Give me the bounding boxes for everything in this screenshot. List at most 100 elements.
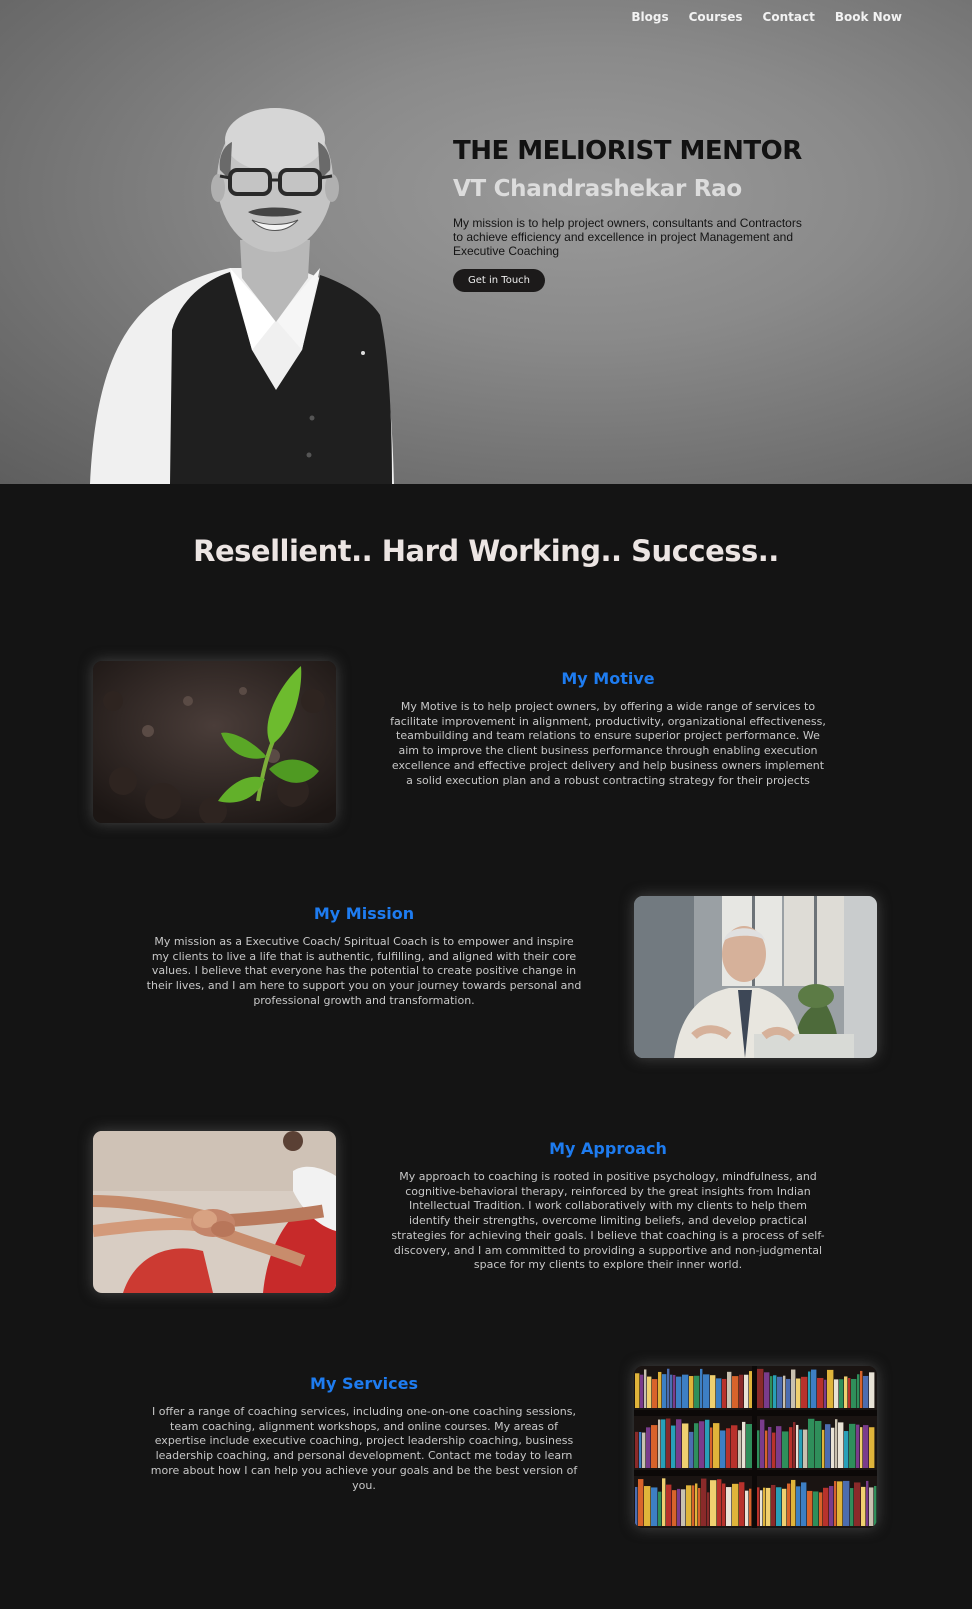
book-spine xyxy=(860,1370,863,1408)
book-spine xyxy=(848,1378,851,1408)
book-spine xyxy=(635,1486,638,1526)
book-spine xyxy=(746,1424,753,1468)
book-spine xyxy=(863,1425,869,1468)
book-spine xyxy=(662,1478,666,1526)
book-spine xyxy=(744,1374,749,1408)
book-spine xyxy=(765,1430,768,1468)
section-body: My mission as a Executive Coach/ Spiritu… xyxy=(146,935,582,1007)
book-spine xyxy=(732,1376,739,1408)
book-spine xyxy=(777,1376,783,1408)
book-spine xyxy=(739,1374,744,1408)
book-spine xyxy=(782,1488,787,1526)
book-spine xyxy=(760,1490,763,1526)
book-spine xyxy=(710,1427,713,1468)
book-spine xyxy=(673,1374,676,1408)
approach-text: My Approach My approach to coaching is r… xyxy=(388,1139,828,1273)
mentor-portrait xyxy=(90,108,394,484)
book-spine xyxy=(666,1484,672,1526)
get-in-touch-button[interactable]: Get in Touch xyxy=(453,269,545,292)
book-spine xyxy=(682,1423,689,1468)
book-spine xyxy=(642,1432,646,1468)
book-spine xyxy=(850,1488,854,1526)
nav-blogs[interactable]: Blogs xyxy=(631,10,668,24)
book-spine xyxy=(819,1492,823,1526)
nav-courses[interactable]: Courses xyxy=(689,10,743,24)
book-spine xyxy=(823,1487,829,1526)
book-spine xyxy=(793,1422,796,1468)
book-spine xyxy=(722,1483,726,1526)
book-spine xyxy=(749,1488,752,1526)
book-spine xyxy=(749,1371,753,1408)
section-heading: My Mission xyxy=(313,904,415,923)
book-spine xyxy=(652,1379,658,1408)
team-hands-photo xyxy=(93,1131,336,1293)
hero-description: My mission is to help project owners, co… xyxy=(453,216,802,258)
book-spine xyxy=(782,1431,789,1468)
book-spine xyxy=(861,1486,866,1526)
book-spine xyxy=(757,1487,760,1526)
book-spine xyxy=(807,1490,813,1526)
book-spine xyxy=(835,1419,838,1468)
book-spine xyxy=(763,1487,766,1526)
section-heading: My Services xyxy=(310,1374,418,1393)
book-spine xyxy=(796,1424,799,1468)
book-spine xyxy=(860,1427,863,1468)
book-spine xyxy=(682,1374,689,1408)
book-spine xyxy=(863,1375,869,1408)
book-spine xyxy=(854,1482,861,1526)
book-spine xyxy=(799,1429,803,1468)
book-spine xyxy=(707,1492,710,1526)
book-spine xyxy=(776,1487,782,1526)
section-heading: My Approach xyxy=(549,1139,667,1158)
nav-book-now[interactable]: Book Now xyxy=(835,10,902,24)
motive-text: My Motive My Motive is to help project o… xyxy=(388,669,828,788)
book-spine xyxy=(791,1369,796,1408)
book-spine xyxy=(857,1374,860,1408)
mission-text: My Mission My mission as a Executive Coa… xyxy=(144,904,584,1009)
section-body: My approach to coaching is rooted in pos… xyxy=(391,1170,825,1272)
seedling-photo xyxy=(93,661,336,823)
book-spine xyxy=(770,1376,773,1408)
book-spine xyxy=(757,1368,764,1408)
book-spine xyxy=(856,1424,860,1468)
book-spine xyxy=(686,1485,692,1526)
section-body: I offer a range of coaching services, in… xyxy=(150,1405,578,1492)
book-spine xyxy=(651,1425,658,1468)
book-spine xyxy=(720,1430,726,1468)
book-spine xyxy=(768,1426,772,1468)
book-spine xyxy=(676,1376,682,1408)
book-spine xyxy=(789,1427,793,1468)
book-spine xyxy=(727,1371,732,1408)
book-spine xyxy=(764,1372,770,1408)
book-spine xyxy=(635,1373,640,1408)
book-spine xyxy=(731,1425,738,1468)
section-motive: My Motive My Motive is to help project o… xyxy=(0,661,972,826)
book-spine xyxy=(666,1418,671,1468)
book-spine xyxy=(717,1479,722,1526)
book-spine xyxy=(844,1431,849,1468)
book-spine xyxy=(849,1423,856,1468)
book-spine xyxy=(813,1491,819,1526)
book-spine xyxy=(776,1426,782,1468)
book-spine xyxy=(808,1418,815,1468)
book-spine xyxy=(874,1485,877,1526)
book-spine xyxy=(662,1374,667,1408)
book-spine xyxy=(694,1423,699,1468)
book-spine xyxy=(635,1431,639,1468)
book-spine xyxy=(644,1369,647,1408)
book-spine xyxy=(801,1482,807,1526)
book-spine xyxy=(671,1425,676,1468)
book-spine xyxy=(689,1431,694,1468)
book-spine xyxy=(869,1372,875,1408)
book-spine xyxy=(825,1424,831,1468)
book-spine xyxy=(703,1374,710,1408)
nav-contact[interactable]: Contact xyxy=(763,10,815,24)
hero-text-block: THE MELIORIST MENTOR VT Chandrashekar Ra… xyxy=(453,136,803,292)
book-spine xyxy=(745,1490,749,1526)
book-spine xyxy=(839,1379,844,1408)
book-spine xyxy=(726,1428,731,1468)
book-spine xyxy=(710,1480,717,1526)
book-spine xyxy=(638,1479,644,1526)
book-spine xyxy=(700,1368,703,1408)
book-spine xyxy=(866,1480,869,1526)
